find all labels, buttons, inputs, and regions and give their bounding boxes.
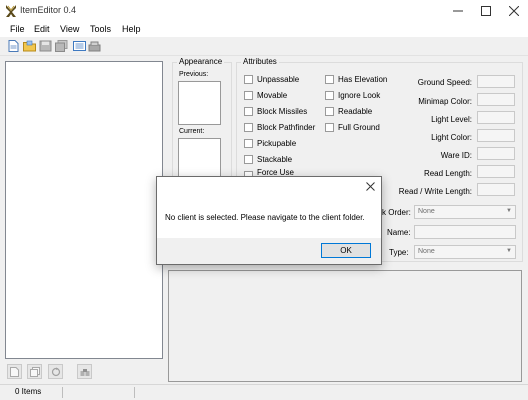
reload-icon[interactable] xyxy=(88,40,101,52)
status-divider xyxy=(134,387,135,398)
pickupable-label: Pickupable xyxy=(257,139,297,148)
maximize-icon xyxy=(481,6,491,16)
full-ground-label: Full Ground xyxy=(338,123,380,132)
name-label: Name: xyxy=(387,228,411,237)
ignore-look-checkbox[interactable] xyxy=(325,91,334,100)
chevron-down-icon: ▼ xyxy=(506,248,512,254)
reload-item-icon xyxy=(51,367,60,376)
full-ground-checkbox[interactable] xyxy=(325,123,334,132)
readable-label: Readable xyxy=(338,107,373,116)
new-item-button[interactable] xyxy=(7,364,22,379)
block-missiles-label: Block Missiles xyxy=(257,107,308,116)
title-bar: ItemEditor 0.4 xyxy=(0,0,528,22)
dialog-message: No client is selected. Please navigate t… xyxy=(165,213,365,222)
save-all-icon[interactable] xyxy=(55,40,68,52)
menu-edit[interactable]: Edit xyxy=(34,24,50,34)
dialog-footer: OK xyxy=(157,238,381,264)
light-color-label: Light Color: xyxy=(431,133,472,142)
type-value: None xyxy=(418,248,435,255)
maximize-button[interactable] xyxy=(472,0,500,22)
binoculars-icon xyxy=(80,368,89,376)
status-bar xyxy=(0,384,528,400)
output-area[interactable] xyxy=(168,270,522,382)
block-pathfinder-label: Block Pathfinder xyxy=(257,123,316,132)
ground-speed-label: Ground Speed: xyxy=(417,78,472,87)
minimap-color-label: Minimap Color: xyxy=(418,97,472,106)
duplicate-item-button[interactable] xyxy=(27,364,42,379)
new-file-icon[interactable] xyxy=(7,40,20,52)
stack-order-select[interactable]: None ▼ xyxy=(414,205,516,219)
open-folder-icon[interactable] xyxy=(23,40,36,52)
current-label: Current: xyxy=(179,128,205,135)
light-color-field[interactable] xyxy=(477,129,515,142)
read-length-label: Read Length: xyxy=(423,169,472,178)
type-select[interactable]: None ▼ xyxy=(414,245,516,259)
close-button[interactable] xyxy=(500,0,528,22)
menu-file[interactable]: File xyxy=(10,24,25,34)
pickupable-checkbox[interactable] xyxy=(244,139,253,148)
appearance-title: Appearance xyxy=(177,57,225,66)
ware-id-field[interactable] xyxy=(477,147,515,160)
block-missiles-checkbox[interactable] xyxy=(244,107,253,116)
unpassable-label: Unpassable xyxy=(257,75,300,84)
has-elevation-checkbox[interactable] xyxy=(325,75,334,84)
reload-item-button[interactable] xyxy=(48,364,63,379)
previous-label: Previous: xyxy=(179,71,209,78)
minimize-icon xyxy=(453,10,463,12)
close-icon xyxy=(366,182,375,191)
item-count: 0 Items xyxy=(15,387,42,396)
stack-order-value: None xyxy=(418,208,435,215)
type-label: Type: xyxy=(389,248,409,257)
menu-tools[interactable]: Tools xyxy=(90,24,111,34)
compare-icon[interactable] xyxy=(73,40,86,52)
minimap-color-field[interactable] xyxy=(477,93,515,106)
read-length-field[interactable] xyxy=(477,165,515,178)
stackable-label: Stackable xyxy=(257,155,293,164)
stackable-checkbox[interactable] xyxy=(244,155,253,164)
ware-id-label: Ware ID: xyxy=(440,151,472,160)
save-icon[interactable] xyxy=(39,40,52,52)
minimize-button[interactable] xyxy=(444,0,472,22)
menu-bar: File Edit View Tools Help xyxy=(0,22,528,37)
ignore-look-label: Ignore Look xyxy=(338,91,381,100)
previous-preview xyxy=(178,81,221,125)
stack-order-label: k Order: xyxy=(382,208,411,217)
attributes-title: Attributes xyxy=(241,57,279,66)
item-list[interactable] xyxy=(5,61,163,359)
dialog-close-button[interactable] xyxy=(366,179,375,194)
unpassable-checkbox[interactable] xyxy=(244,75,253,84)
status-divider xyxy=(62,387,63,398)
read-write-length-field[interactable] xyxy=(477,183,515,196)
menu-help[interactable]: Help xyxy=(122,24,141,34)
light-level-field[interactable] xyxy=(477,111,515,124)
name-field[interactable] xyxy=(414,225,516,239)
movable-label: Movable xyxy=(257,91,288,100)
readable-checkbox[interactable] xyxy=(325,107,334,116)
has-elevation-label: Has Elevation xyxy=(338,75,388,84)
block-pathfinder-checkbox[interactable] xyxy=(244,123,253,132)
new-item-icon xyxy=(10,366,19,377)
read-write-length-label: Read / Write Length: xyxy=(398,187,472,196)
find-item-button[interactable] xyxy=(77,364,92,379)
menu-view[interactable]: View xyxy=(60,24,79,34)
toolbar xyxy=(0,37,528,56)
ok-button[interactable]: OK xyxy=(321,243,371,258)
light-level-label: Light Level: xyxy=(431,115,472,124)
message-dialog: No client is selected. Please navigate t… xyxy=(156,176,382,265)
app-logo-icon xyxy=(6,5,16,17)
close-icon xyxy=(509,6,519,16)
duplicate-icon xyxy=(29,366,40,377)
window-title: ItemEditor 0.4 xyxy=(20,5,77,15)
movable-checkbox[interactable] xyxy=(244,91,253,100)
chevron-down-icon: ▼ xyxy=(506,208,512,214)
ground-speed-field[interactable] xyxy=(477,75,515,88)
